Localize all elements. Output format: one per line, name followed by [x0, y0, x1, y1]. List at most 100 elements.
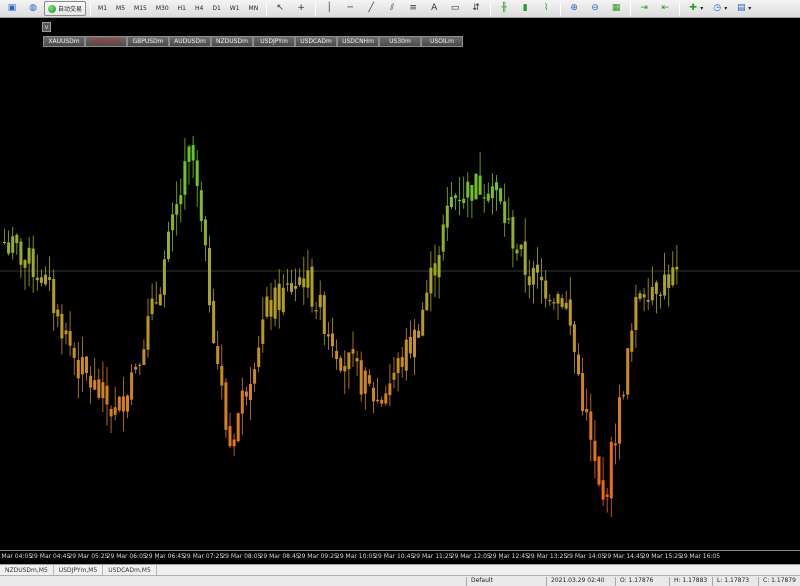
candle-body — [355, 358, 359, 362]
chart-shift-button[interactable]: ⇤ — [655, 1, 675, 16]
indicators-button[interactable]: ✚ ▾ — [683, 1, 706, 16]
symbol-button-eurusdm[interactable]: EURUSDm — [85, 36, 127, 47]
candle-body — [634, 296, 638, 330]
candle-body — [433, 263, 437, 276]
time-axis-label: 29 Mar 09:25 — [297, 553, 338, 560]
fibonacci-tool-button[interactable]: ≡ — [403, 1, 423, 16]
symbol-button-nzdusdm[interactable]: NZDUSDm — [211, 36, 253, 47]
time-axis: 29 Mar 04:0529 Mar 04:4529 Mar 05:2529 M… — [0, 550, 800, 564]
symbol-button-usdjpym[interactable]: USDJPYm — [253, 36, 295, 47]
arrows-tool-button[interactable]: ⇵ — [466, 1, 486, 16]
candle-body — [35, 277, 39, 281]
candle-body — [290, 283, 293, 292]
timeframe-m30-button[interactable]: M30 — [152, 1, 173, 16]
candle-body — [253, 369, 257, 384]
vertical-line-tool-button[interactable]: │ — [319, 1, 339, 16]
crosshair-tool-button[interactable]: + — [291, 1, 311, 16]
chart-tabs: NZDUSDm,M5 USDJPYm,M5 USDCADm,M5 — [0, 564, 800, 575]
candle-chart-button[interactable]: ▮ — [515, 1, 535, 16]
chart-tab[interactable]: NZDUSDm,M5 — [0, 565, 54, 575]
templates-button[interactable]: ▤ ▾ — [731, 1, 754, 16]
timeframe-mn-button[interactable]: MN — [245, 1, 263, 16]
candle-body — [408, 336, 412, 354]
candle-body — [310, 266, 314, 307]
profile-status: Default — [466, 577, 493, 586]
candle-body — [593, 440, 597, 461]
candle-body — [31, 248, 35, 278]
tile-windows-button[interactable]: ▦ — [606, 1, 626, 16]
timeframe-m5-button[interactable]: M5 — [112, 1, 129, 16]
timeframe-w1-button[interactable]: W1 — [226, 1, 244, 16]
candle-body — [265, 296, 269, 317]
candle-body — [60, 313, 64, 339]
timeframe-h4-button[interactable]: H4 — [191, 1, 207, 16]
candle-body — [388, 383, 392, 396]
candle-body — [154, 302, 158, 304]
zoom-in-button[interactable]: ⊕ — [564, 1, 584, 16]
channel-icon: ⫽ — [390, 3, 395, 13]
candle-body — [626, 348, 630, 395]
timeframe-h1-button[interactable]: H1 — [174, 1, 190, 16]
panel-toggle-button[interactable]: v — [42, 22, 51, 32]
timeframe-m15-button[interactable]: M15 — [130, 1, 151, 16]
candle-body — [630, 330, 634, 352]
symbol-button-audusdm[interactable]: AUDUSDm — [169, 36, 211, 47]
label-icon: ▭ — [450, 3, 460, 13]
price-chart[interactable]: v XAUUSDm EURUSDm GBPUSDm AUDUSDm NZDUSDm USD… — [0, 18, 800, 550]
new-order-button[interactable]: ▣ — [2, 1, 22, 16]
trendline-icon: ╱ — [368, 3, 374, 13]
symbol-button-usoilm[interactable]: USOILm — [421, 36, 463, 47]
symbol-button-gbpusdm[interactable]: GBPUSDm — [127, 36, 169, 47]
candle-body — [384, 393, 388, 404]
periods-button[interactable]: ◷ ▾ — [707, 1, 730, 16]
candle-body — [281, 287, 285, 313]
time-axis-label: 29 Mar 16:05 — [680, 553, 721, 560]
candle-body — [15, 234, 19, 244]
zoom-out-button[interactable]: ⊖ — [585, 1, 605, 16]
toolbar-separator — [266, 1, 268, 16]
candle-body — [85, 356, 88, 374]
autotrading-button[interactable]: 自动交易 — [44, 1, 87, 16]
trendline-tool-button[interactable]: ╱ — [361, 1, 381, 16]
timeframe-group: M1 M5 M15 M30 H1 H4 D1 W1 MN — [94, 1, 263, 16]
candle-body — [437, 255, 441, 278]
auto-scroll-button[interactable]: ⇥ — [634, 1, 654, 16]
symbol-button-usdcadm[interactable]: USDCADm — [295, 36, 337, 47]
candle-body — [244, 391, 248, 397]
cursor-tool-button[interactable]: ↖ — [270, 1, 290, 16]
time-axis-label: 29 Mar 08:45 — [259, 553, 300, 560]
time-axis-label: 29 Mar 07:25 — [183, 553, 224, 560]
bar-open: O: 1.17876 — [615, 577, 653, 586]
candle-body — [581, 373, 585, 411]
bar-chart-button[interactable]: ╫ — [494, 1, 514, 16]
text-tool-button[interactable]: A — [424, 1, 444, 16]
time-axis-label: 29 Mar 05:25 — [68, 553, 109, 560]
candle-body — [605, 494, 609, 497]
candle-body — [331, 333, 334, 347]
symbol-button-xauusdm[interactable]: XAUUSDm — [43, 36, 85, 47]
label-tool-button[interactable]: ▭ — [445, 1, 465, 16]
line-chart-button[interactable]: ⌇ — [536, 1, 556, 16]
timeframe-m1-button[interactable]: M1 — [94, 1, 111, 16]
horizontal-line-tool-button[interactable]: ─ — [340, 1, 360, 16]
candle-body — [3, 241, 6, 244]
candle-body — [80, 357, 84, 375]
cursor-arrow-icon: ↖ — [276, 3, 284, 13]
symbol-switcher: XAUUSDm EURUSDm GBPUSDm AUDUSDm NZDUSDm USDJP… — [43, 36, 463, 47]
chart-tab[interactable]: USDCADm,M5 — [103, 565, 157, 575]
symbol-button-usdcnhm[interactable]: USDCNHm — [337, 36, 379, 47]
channel-tool-button[interactable]: ⫽ — [382, 1, 402, 16]
chart-tab[interactable]: USDJPYm,M5 — [54, 565, 104, 575]
timeframe-d1-button[interactable]: D1 — [208, 1, 224, 16]
candle-body — [224, 382, 228, 430]
candle-body — [585, 408, 589, 413]
candle-body — [499, 188, 503, 202]
zoom-out-icon: ⊖ — [591, 3, 599, 13]
candlestick-chart — [0, 135, 800, 518]
market-watch-button[interactable]: ◍ — [23, 1, 43, 16]
candle-body — [249, 384, 252, 401]
autotrading-status-icon — [48, 4, 56, 13]
template-icon: ▤ — [736, 3, 746, 13]
candle-body — [618, 397, 621, 444]
symbol-button-us30m[interactable]: US30m — [379, 36, 421, 47]
